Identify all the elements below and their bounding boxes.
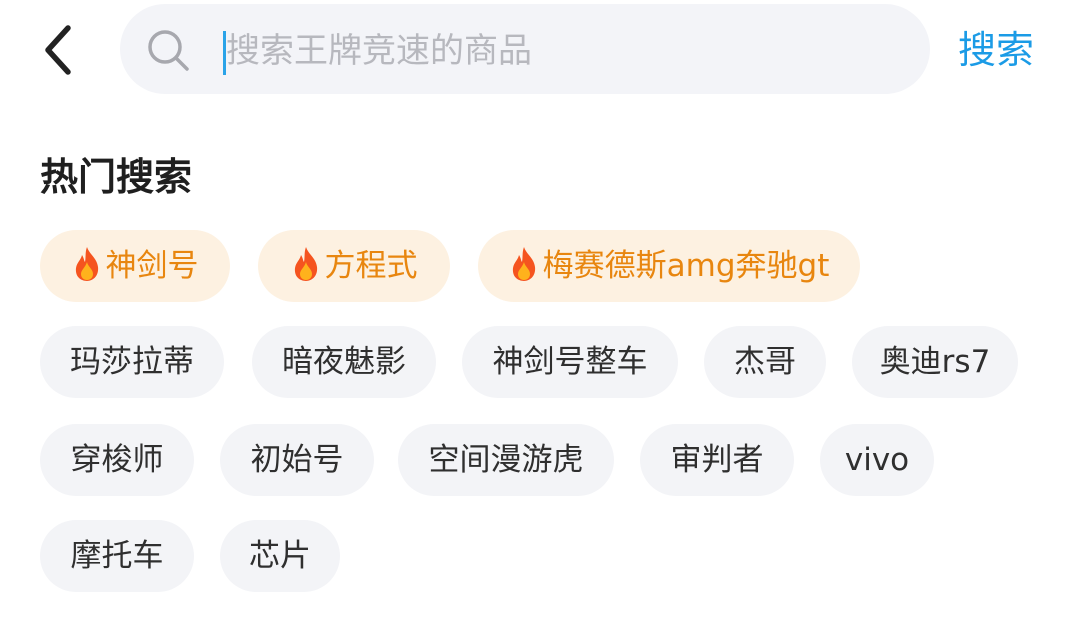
- hot-tag[interactable]: 神剑号: [40, 230, 230, 302]
- search-tag[interactable]: 审判者: [640, 424, 794, 496]
- search-icon: [148, 30, 189, 71]
- search-bar[interactable]: [120, 4, 930, 94]
- hot-tag[interactable]: 梅赛德斯amg奔驰gt: [478, 230, 860, 302]
- search-tag[interactable]: 空间漫游虎: [398, 424, 614, 496]
- back-button[interactable]: [36, 22, 84, 78]
- search-tag[interactable]: vivo: [820, 424, 934, 496]
- search-tag[interactable]: 暗夜魅影: [252, 326, 436, 398]
- search-button[interactable]: 搜索: [958, 22, 1034, 78]
- hot-tag[interactable]: 方程式: [258, 230, 450, 302]
- chevron-left-icon: [45, 25, 71, 75]
- flame-icon: [294, 247, 317, 281]
- search-tag[interactable]: 初始号: [220, 424, 374, 496]
- search-tag[interactable]: 奥迪rs7: [852, 326, 1018, 398]
- search-input[interactable]: [224, 22, 906, 80]
- tag-label: 梅赛德斯amg奔驰gt: [542, 248, 830, 284]
- flame-icon: [512, 247, 535, 281]
- search-tag[interactable]: 芯片: [220, 520, 340, 592]
- search-tag[interactable]: 杰哥: [704, 326, 826, 398]
- hot-search-title: 热门搜索: [40, 155, 193, 199]
- search-tag[interactable]: 穿梭师: [40, 424, 194, 496]
- search-tag[interactable]: 玛莎拉蒂: [40, 326, 224, 398]
- flame-icon: [75, 247, 98, 281]
- tag-label: 方程式: [324, 248, 418, 284]
- search-tag[interactable]: 神剑号整车: [462, 326, 678, 398]
- tag-label: 神剑号: [105, 248, 199, 284]
- search-tag[interactable]: 摩托车: [40, 520, 194, 592]
